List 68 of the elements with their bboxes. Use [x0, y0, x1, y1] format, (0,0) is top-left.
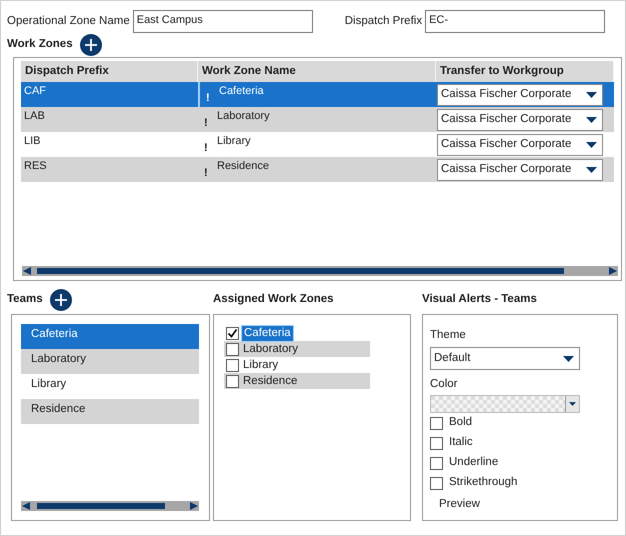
dropdown-caret-icon [563, 356, 574, 362]
scroll-left-icon[interactable] [23, 267, 31, 275]
warning-mark: ! [204, 141, 209, 156]
section-title: Assigned Work Zones [213, 292, 335, 308]
table-cell-text: Cafeteria [219, 84, 264, 99]
horizontal-scrollbar[interactable] [22, 266, 618, 276]
scroll-right-icon[interactable] [609, 267, 617, 275]
field-label: Dispatch Prefix [344, 14, 422, 29]
input-field[interactable]: EC- [425, 10, 606, 33]
field-label: Operational Zone Name [7, 14, 130, 29]
scroll-right-icon[interactable] [190, 502, 198, 510]
table-cell-text: CAF [23, 84, 47, 99]
scrollbar-thumb[interactable] [37, 268, 564, 274]
list-item[interactable]: Residence [21, 399, 199, 424]
workgroup-dropdown[interactable]: Caissa Fischer Corporate [437, 134, 603, 156]
scrollbar-thumb[interactable] [37, 503, 165, 509]
dropdown-caret-icon [586, 92, 597, 98]
list-item[interactable]: Cafeteria [21, 324, 199, 349]
table-row[interactable]: CAF ! Cafeteria Caissa Fischer Corporate [21, 82, 614, 107]
checkbox[interactable] [430, 416, 443, 430]
checkbox[interactable] [226, 358, 239, 372]
field-label: Color [430, 377, 458, 392]
input-field[interactable]: East Campus [132, 10, 313, 33]
warning-mark: ! [206, 91, 211, 106]
column-header[interactable]: Transfer to Workgroup [436, 61, 614, 82]
checkbox-label[interactable]: Strikethrough [449, 474, 518, 492]
preview-text: Preview [439, 497, 481, 512]
checkbox-label[interactable]: Cafeteria [241, 324, 294, 342]
checkbox[interactable] [430, 476, 443, 490]
checkbox[interactable] [430, 456, 443, 470]
checkbox-label[interactable]: Underline [449, 454, 498, 472]
theme-dropdown[interactable]: Default [430, 347, 580, 370]
checkbox-label[interactable]: Bold [449, 414, 472, 432]
column-header[interactable]: Dispatch Prefix [21, 61, 198, 82]
add-icon[interactable] [50, 289, 72, 311]
table-cell-text: Library [217, 134, 251, 149]
field-label: Theme [430, 328, 467, 343]
warning-mark: ! [204, 166, 209, 181]
color-picker[interactable] [430, 395, 580, 413]
checkbox[interactable] [226, 342, 239, 356]
checkbox[interactable] [226, 326, 239, 340]
table-cell-text: RES [23, 159, 48, 174]
section-title: Visual Alerts - Teams [422, 292, 538, 308]
checkbox-label[interactable]: Library [241, 358, 280, 372]
workgroup-dropdown[interactable]: Caissa Fischer Corporate [437, 84, 603, 106]
dropdown-caret-icon [586, 117, 597, 123]
checkbox-label[interactable]: Italic [449, 434, 473, 452]
table-row[interactable]: RES ! Residence Caissa Fischer Corporate [21, 157, 614, 182]
workgroup-dropdown[interactable]: Caissa Fischer Corporate [437, 109, 603, 131]
table-cell-text: Residence [217, 159, 269, 174]
dropdown-caret-icon [569, 402, 576, 406]
dropdown-caret-icon [586, 142, 597, 148]
checkbox[interactable] [226, 374, 239, 388]
horizontal-scrollbar[interactable] [21, 501, 199, 511]
section-title: Work Zones [7, 37, 73, 52]
warning-mark: ! [204, 116, 209, 131]
table-row[interactable]: LAB ! Laboratory Caissa Fischer Corporate [21, 107, 614, 132]
table-cell-text: LIB [23, 134, 42, 149]
workgroup-dropdown[interactable]: Caissa Fischer Corporate [437, 159, 603, 181]
column-header[interactable]: Work Zone Name [198, 61, 436, 82]
section-title: Teams [7, 292, 43, 308]
table-cell-text: LAB [23, 109, 46, 124]
table-cell-text: Laboratory [217, 109, 270, 124]
scroll-left-icon[interactable] [22, 502, 30, 510]
add-icon[interactable] [80, 34, 102, 56]
checkbox[interactable] [430, 436, 443, 450]
dropdown-caret-icon [586, 167, 597, 173]
list-item[interactable]: Laboratory [21, 349, 199, 374]
